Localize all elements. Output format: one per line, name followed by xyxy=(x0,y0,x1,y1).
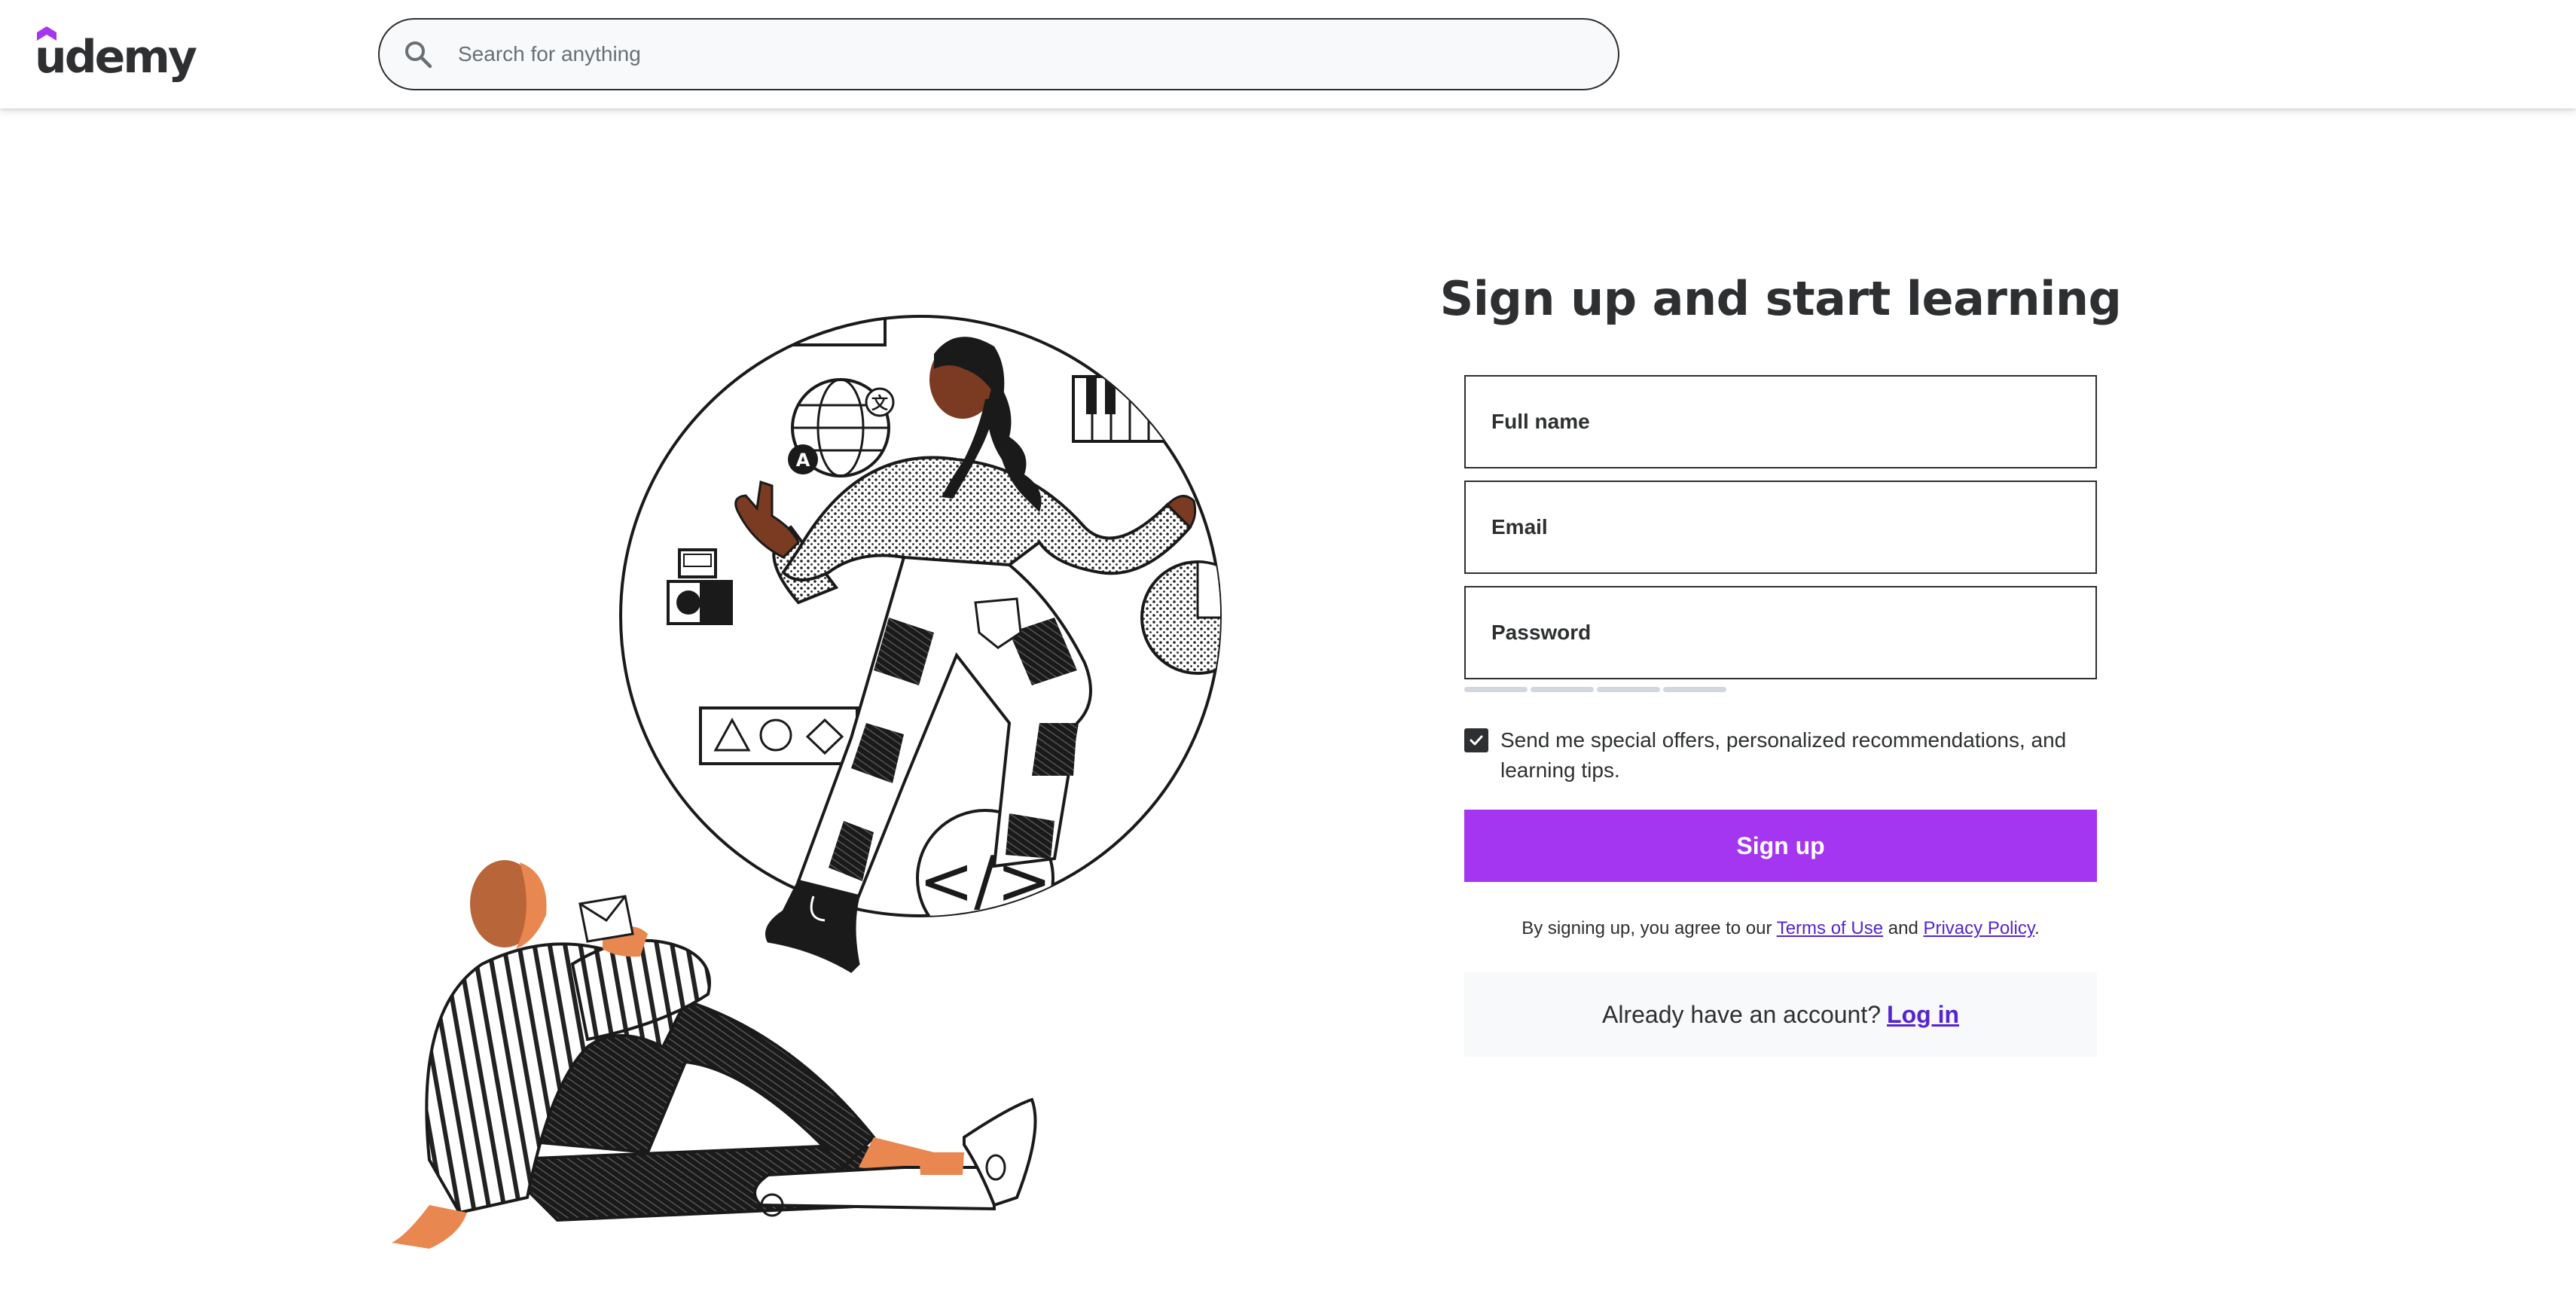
full-name-input[interactable] xyxy=(1466,377,2095,468)
privacy-policy-link[interactable]: Privacy Policy xyxy=(1923,918,2034,938)
search-input[interactable] xyxy=(458,20,1618,88)
password-input[interactable] xyxy=(1466,587,2095,679)
search-bar[interactable] xyxy=(378,18,1619,90)
checkmark-icon xyxy=(1470,735,1483,746)
log-in-link[interactable]: Log in xyxy=(1887,1001,1959,1029)
offers-checkbox-label: Send me special offers, personalized rec… xyxy=(1500,728,2067,783)
logo-wordmark: udemy xyxy=(35,31,197,84)
learning-people-illustration: A 文 </> xyxy=(392,315,1222,1249)
svg-text:A: A xyxy=(796,450,810,471)
title-spacer xyxy=(1464,327,2097,375)
page-title: Sign up and start learning xyxy=(1439,271,2122,326)
strength-segment xyxy=(1663,687,1726,693)
udemy-logo[interactable]: udemy xyxy=(35,26,197,80)
legal-notice: By signing up, you agree to our Terms of… xyxy=(1464,918,2097,939)
terms-of-use-link[interactable]: Terms of Use xyxy=(1777,918,1883,938)
strength-segment xyxy=(1597,687,1660,693)
offers-checkbox-row: Send me special offers, personalized rec… xyxy=(1464,725,2097,786)
legal-prefix: By signing up, you agree to our xyxy=(1521,918,1772,939)
signup-form: Sign up and start learning Send me speci… xyxy=(1440,271,2122,1057)
svg-text:文: 文 xyxy=(871,394,889,413)
legal-and: and xyxy=(1888,918,1918,939)
sign-up-button[interactable]: Sign up xyxy=(1464,810,2097,883)
strength-segment xyxy=(1464,687,1528,693)
password-field[interactable] xyxy=(1464,586,2097,680)
email-input[interactable] xyxy=(1466,482,2095,573)
login-prompt-box: Already have an account? Log in xyxy=(1464,972,2097,1057)
login-prompt-text: Already have an account? xyxy=(1602,1000,1882,1028)
udemy-hat-logo-icon xyxy=(37,26,56,41)
signup-illustration: A 文 </> xyxy=(331,301,1265,1265)
top-header: udemy xyxy=(0,0,2576,108)
offers-checkbox[interactable] xyxy=(1464,728,1488,753)
strength-segment xyxy=(1531,687,1594,693)
legal-suffix: . xyxy=(2034,918,2040,939)
password-strength-meter xyxy=(1464,687,2097,693)
email-field[interactable] xyxy=(1464,481,2097,575)
search-icon[interactable] xyxy=(401,37,435,72)
full-name-field[interactable] xyxy=(1464,375,2097,469)
